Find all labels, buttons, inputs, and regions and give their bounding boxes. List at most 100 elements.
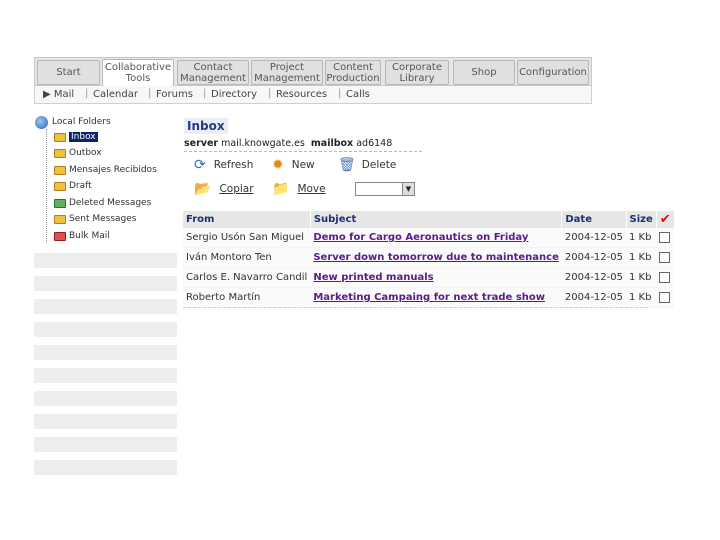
- cell-date: 2004-12-05: [561, 247, 626, 268]
- folder-root[interactable]: Local Folders: [52, 114, 111, 130]
- subnav-directory[interactable]: Directory: [211, 89, 257, 100]
- subnav-mail[interactable]: ▶ Mail: [43, 89, 74, 100]
- column-size[interactable]: Size: [626, 211, 657, 228]
- tab-configuration[interactable]: Configuration: [517, 60, 589, 85]
- folder-bulk-mail[interactable]: Bulk Mail: [54, 228, 110, 244]
- subnav-calls[interactable]: Calls: [346, 89, 370, 100]
- message-subject-link[interactable]: Demo for Cargo Aeronautics on Friday: [313, 232, 528, 243]
- sub-navigation: ▶ Mail | Calendar | Forums | Directory |…: [34, 86, 592, 104]
- folder-label: Inbox: [69, 132, 98, 142]
- cell-date: 2004-12-05: [561, 267, 626, 288]
- table-row[interactable]: Carlos E. Navarro Candil New printed man…: [183, 267, 675, 288]
- tab-content-production[interactable]: Content Production: [325, 60, 381, 85]
- separator: |: [338, 88, 342, 99]
- folder-inbox[interactable]: Inbox: [54, 129, 98, 145]
- folder-label: Draft: [69, 181, 92, 191]
- tab-collaborative-tools[interactable]: Collaborative Tools: [102, 59, 174, 86]
- move-button[interactable]: 📁 Move: [272, 182, 326, 196]
- column-date[interactable]: Date: [561, 211, 627, 228]
- globe-icon: [35, 116, 48, 129]
- message-checkbox[interactable]: [659, 271, 671, 283]
- move-label: Move: [297, 183, 326, 195]
- cell-from: Sergio Usón San Miguel: [183, 228, 311, 248]
- table-row[interactable]: Roberto Martín Marketing Campaing for ne…: [183, 287, 675, 308]
- message-checkbox[interactable]: [659, 291, 671, 303]
- refresh-icon: ⟳: [194, 157, 206, 173]
- server-label: server: [184, 138, 219, 149]
- subnav-forums[interactable]: Forums: [156, 89, 193, 100]
- folder-root-label: Local Folders: [52, 117, 111, 127]
- subnav-calendar[interactable]: Calendar: [93, 89, 138, 100]
- cell-size: 1 Kb: [626, 287, 657, 308]
- sidebar-filler: [34, 299, 177, 314]
- sidebar-filler: [34, 276, 177, 291]
- target-folder-select[interactable]: ▼: [355, 182, 415, 196]
- message-table: From Subject Date Size ✔ Sergio Usón San…: [183, 211, 675, 308]
- sidebar-filler: [34, 253, 177, 268]
- separator: |: [203, 88, 207, 99]
- sidebar-filler: [34, 345, 177, 360]
- move-folder-icon: 📁: [272, 181, 290, 197]
- tab-contact-management[interactable]: Contact Management: [177, 60, 249, 85]
- folder-label: Deleted Messages: [69, 198, 152, 208]
- copy-folder-icon: 📂: [194, 181, 212, 197]
- message-checkbox[interactable]: [659, 231, 671, 243]
- table-header: From Subject Date Size ✔: [183, 211, 675, 228]
- sidebar-filler: [34, 437, 177, 452]
- cell-size: 1 Kb: [626, 247, 657, 268]
- message-subject-link[interactable]: New printed manuals: [313, 272, 433, 283]
- mailbox-value: ad6148: [356, 138, 393, 149]
- delete-label: Delete: [361, 159, 397, 171]
- message-checkbox[interactable]: [659, 251, 671, 263]
- column-subject[interactable]: Subject: [310, 211, 563, 228]
- folder-icon: [54, 214, 66, 224]
- table-row[interactable]: Iván Montoro Ten Server down tomorrow du…: [183, 247, 675, 268]
- trash-icon: [54, 198, 66, 208]
- folder-draft[interactable]: Draft: [54, 178, 92, 194]
- table-row[interactable]: Sergio Usón San Miguel Demo for Cargo Ae…: [183, 228, 675, 248]
- divider: [183, 307, 648, 308]
- folder-outbox[interactable]: Outbox: [54, 145, 102, 161]
- folder-icon: [54, 181, 66, 191]
- divider: [184, 151, 422, 152]
- sidebar-filler: [34, 460, 177, 475]
- trash-icon: 🗑: [338, 157, 356, 173]
- folder-mensajes-recibidos[interactable]: Mensajes Recibidos: [54, 162, 157, 178]
- top-navigation: Start Collaborative Tools Contact Manage…: [34, 57, 592, 86]
- chevron-down-icon: ▼: [402, 183, 414, 195]
- folder-label: Bulk Mail: [69, 231, 110, 241]
- spam-folder-icon: [54, 231, 66, 241]
- delete-button[interactable]: 🗑 Delete: [338, 158, 396, 172]
- refresh-label: Refresh: [213, 159, 254, 171]
- refresh-button[interactable]: ⟳ Refresh: [194, 158, 253, 172]
- copy-button[interactable]: 📂 Copiar: [194, 182, 254, 196]
- cell-size: 1 Kb: [626, 267, 657, 288]
- folder-deleted-messages[interactable]: Deleted Messages: [54, 195, 151, 211]
- folder-sent-messages[interactable]: Sent Messages: [54, 211, 136, 227]
- new-icon: ✹: [272, 157, 284, 173]
- separator: |: [268, 88, 272, 99]
- message-subject-link[interactable]: Marketing Campaing for next trade show: [313, 292, 545, 303]
- folder-label: Mensajes Recibidos: [69, 165, 157, 175]
- checkmark-icon: ✔: [659, 212, 671, 227]
- new-label: New: [291, 159, 315, 171]
- tab-project-management[interactable]: Project Management: [251, 60, 323, 85]
- tree-line: [46, 129, 47, 243]
- column-from[interactable]: From: [183, 211, 311, 228]
- message-subject-link[interactable]: Server down tomorrow due to maintenance: [313, 252, 559, 263]
- tab-start[interactable]: Start: [37, 60, 100, 85]
- subnav-resources[interactable]: Resources: [276, 89, 327, 100]
- tab-corporate-library[interactable]: Corporate Library: [385, 60, 449, 85]
- copy-label: Copiar: [219, 183, 254, 195]
- folder-label: Sent Messages: [69, 214, 137, 224]
- new-button[interactable]: ✹ New: [272, 158, 315, 172]
- folder-icon: [54, 165, 66, 175]
- server-value: mail.knowgate.es: [221, 138, 305, 149]
- cell-from: Iván Montoro Ten: [183, 247, 311, 268]
- select-all-header[interactable]: ✔: [656, 211, 675, 228]
- separator: |: [85, 88, 89, 99]
- tab-shop[interactable]: Shop: [453, 60, 515, 85]
- server-info: server mail.knowgate.es mailbox ad6148: [184, 138, 392, 149]
- sidebar-filler: [34, 322, 177, 337]
- mailbox-label: mailbox: [310, 138, 354, 149]
